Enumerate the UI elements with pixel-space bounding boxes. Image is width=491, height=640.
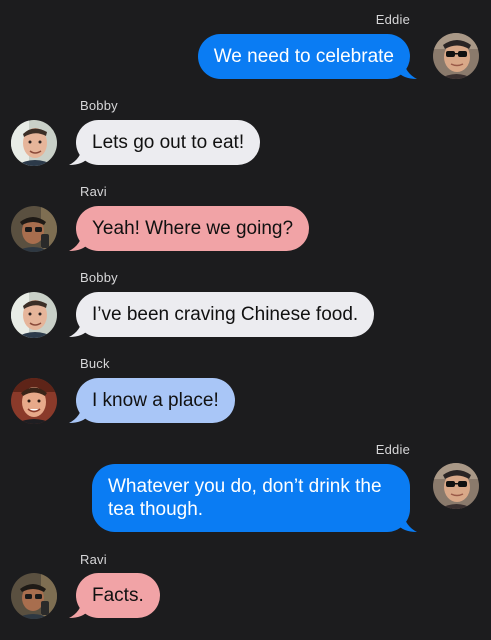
bubble-tail-icon [397,59,417,79]
avatar-ravi[interactable] [11,206,57,252]
eddie-avatar-icon [433,463,479,509]
bobby-avatar-icon [11,292,57,338]
ravi-avatar-icon [11,573,57,619]
bubble-tail-icon [69,317,89,337]
message-text: I know a place! [92,390,219,411]
bubble-tail-icon [69,403,89,423]
avatar-bobby[interactable] [11,292,57,338]
avatar-eddie[interactable] [433,463,479,509]
message-text: Whatever you do, don’t drink the tea tho… [108,476,382,520]
message-bobby-2: Bobby I’ve been craving Chinese food. [0,262,491,348]
bobby-avatar-icon [11,120,57,166]
avatar-buck[interactable] [11,378,57,424]
message-eddie-2: Eddie Whatever you do, don’t drink the t… [0,434,491,544]
avatar-bobby[interactable] [11,120,57,166]
sender-name-bobby: Bobby [80,98,118,113]
message-eddie-1: Eddie We need to celebrate [0,0,491,90]
message-text: I’ve been craving Chinese food. [92,304,359,325]
message-bubble[interactable]: Whatever you do, don’t drink the tea tho… [92,464,417,532]
message-text: We need to celebrate [213,46,394,67]
message-buck-1: Buck I know a place! [0,348,491,434]
bubble-tail-icon [69,598,89,618]
ravi-avatar-icon [11,206,57,252]
sender-name-eddie: Eddie [375,12,410,27]
message-bubble[interactable]: Facts. [69,573,160,618]
buck-avatar-icon [11,378,57,424]
message-text: Yeah! Where we going? [92,218,294,239]
message-bubble[interactable]: I know a place! [69,378,235,423]
sender-name-bobby: Bobby [80,270,118,285]
avatar-eddie[interactable] [433,33,479,79]
message-text: Facts. [92,585,144,606]
message-ravi-2: Ravi Facts. [0,544,491,640]
avatar-ravi[interactable] [11,573,57,619]
message-bubble[interactable]: Yeah! Where we going? [69,206,310,251]
sender-name-buck: Buck [80,356,110,371]
bubble-tail-icon [69,231,89,251]
message-bubble[interactable]: I’ve been craving Chinese food. [69,292,375,337]
message-text: Lets go out to eat! [92,132,245,153]
message-bubble[interactable]: We need to celebrate [197,34,417,79]
sender-name-ravi: Ravi [80,184,107,199]
message-ravi-1: Ravi Yeah! Where we going? [0,176,491,262]
message-bobby-1: Bobby Lets go out to eat! [0,90,491,176]
bubble-tail-icon [69,145,89,165]
sender-name-eddie: Eddie [375,442,410,457]
sender-name-ravi: Ravi [80,552,107,567]
message-thread: Eddie We need to celebrate Bobby Lets go… [0,0,491,640]
bubble-tail-icon [397,512,417,532]
message-bubble[interactable]: Lets go out to eat! [69,120,261,165]
eddie-avatar-icon [433,33,479,79]
